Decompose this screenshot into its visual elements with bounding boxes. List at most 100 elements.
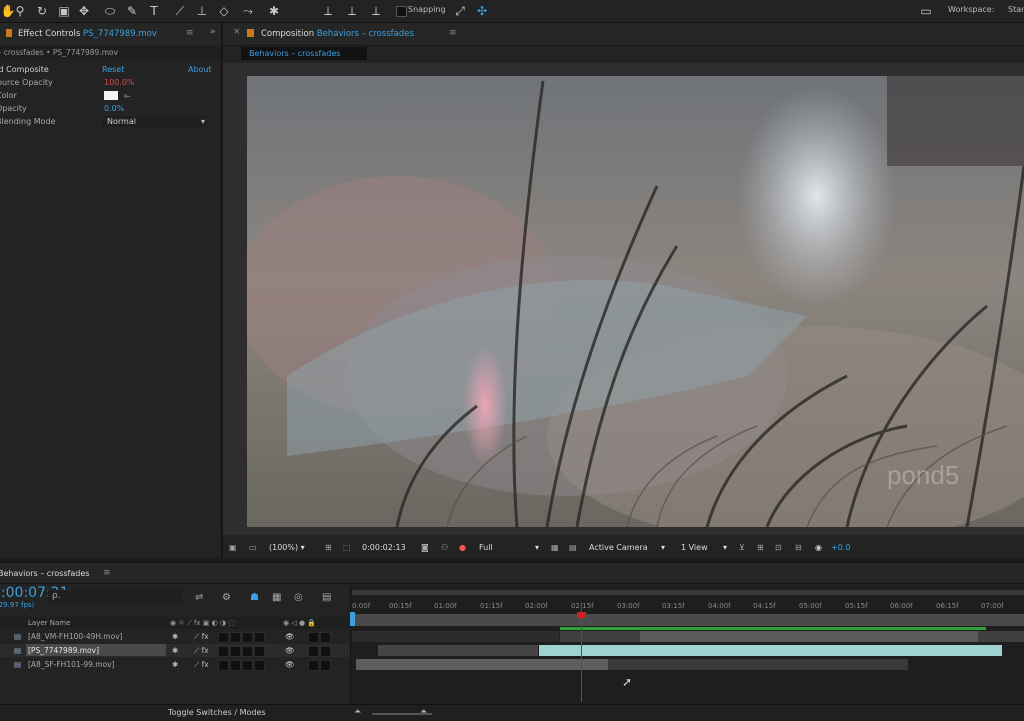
puppet-pin-tool-icon[interactable]: ✱ (266, 3, 282, 19)
layer-header-row: Layer Name ◉ ☼ ⟋ fx ▣ ◐ ◑ ⬚ ◉ ◁ ● 🔒 (0, 617, 350, 629)
composition-tab[interactable]: Composition Behaviors – crossfades (261, 29, 414, 39)
shy-layers-icon[interactable]: ☗ (250, 592, 259, 603)
draft-3d-icon[interactable]: ⚙ (222, 592, 231, 603)
exposure-value[interactable]: +0.0 (831, 538, 850, 558)
color-swatch[interactable] (104, 91, 118, 100)
ruler-tick: 07:00f (981, 602, 1004, 610)
work-area-start-handle[interactable] (350, 612, 355, 626)
exposure-icon[interactable]: ◉ (815, 538, 822, 558)
playhead-handle[interactable] (577, 612, 586, 618)
timeline-icon[interactable]: ⊞ (757, 538, 764, 558)
blending-mode-select[interactable]: Normal ▾ (102, 116, 207, 127)
resolution-select[interactable]: Full ▾ (479, 538, 549, 558)
quality-icon[interactable]: ⟋ fx (194, 630, 209, 643)
layer-bar-outside (352, 631, 559, 642)
timeline-search-input[interactable]: ρ. (48, 590, 182, 603)
ruler-tick: 04:15f (753, 602, 776, 610)
layer-name-selected[interactable]: [PS_7747989.mov] (26, 644, 166, 656)
safe-zones-icon[interactable]: ⊞ (325, 538, 332, 558)
show-snapshot-icon[interactable]: ⚇ (441, 538, 448, 558)
graph-editor-icon[interactable]: ▤ (322, 592, 331, 603)
current-timecode[interactable]: 0:00:02:13 (362, 538, 406, 558)
panel-menu-icon[interactable]: ≡ (449, 28, 457, 38)
comp-flowchart-icon[interactable]: ⊡ (775, 538, 782, 558)
monitor-icon[interactable]: ▭ (249, 538, 257, 558)
layer-bar-segment[interactable] (560, 631, 640, 642)
toggle-switches-modes-button[interactable]: Toggle Switches / Modes (168, 708, 266, 717)
visibility-eye-icon[interactable]: 👁 (285, 644, 295, 657)
motion-blur-icon[interactable]: ◎ (294, 592, 303, 603)
layer-name-header[interactable]: Layer Name (28, 617, 70, 629)
av-cells (308, 630, 332, 643)
layer-row[interactable]: ▤ [A8_VM-FH100-49H.mov] ✱ ⟋ fx 👁 (0, 630, 350, 643)
axis-view-icon[interactable]: ⟂ (368, 3, 384, 19)
close-icon[interactable]: × (233, 27, 241, 37)
layer-bar-selected[interactable] (539, 645, 1002, 656)
region-icon[interactable]: ⬚ (343, 538, 351, 558)
snapping-checkbox[interactable] (396, 6, 407, 17)
comp-mini-flowchart-icon[interactable]: ⇌ (195, 592, 203, 603)
visibility-eye-icon[interactable]: 👁 (285, 630, 295, 643)
clone-stamp-tool-icon[interactable]: ⊥ (194, 3, 210, 19)
prop-opacity: Opacity 0.0% (0, 102, 221, 115)
camera-select[interactable]: Active Camera ▾ (589, 538, 669, 558)
pan-behind-tool-icon[interactable]: ✥ (76, 3, 92, 19)
layer-row[interactable]: ▤ [A8_SF-FH101-99.mov] ✱ ⟋ fx 👁 (0, 658, 350, 671)
collapse-icon[interactable]: ✱ (172, 658, 178, 671)
panel-menu-icon[interactable]: ≡ (186, 28, 194, 38)
frame-blending-icon[interactable]: ▦ (272, 592, 281, 603)
panel-menu-icon[interactable]: ≡ (103, 568, 111, 578)
effect-about-link[interactable]: About (188, 63, 212, 76)
toggle-pixel-aspect-icon[interactable]: ⊻ (739, 538, 745, 558)
layer-bar-segment[interactable] (978, 631, 1024, 642)
roto-brush-tool-icon[interactable]: ⤳ (240, 3, 256, 19)
collapse-icon[interactable]: ✱ (172, 630, 178, 643)
mask-tool-icon[interactable]: ⬭ (102, 3, 118, 19)
quality-icon[interactable]: ⟋ fx (194, 644, 209, 657)
composition-viewer[interactable]: pond5 (247, 76, 1024, 527)
timeline-tab[interactable]: Behaviors – crossfades (0, 569, 89, 578)
layer-name[interactable]: [A8_SF-FH101-99.mov] (28, 658, 115, 671)
transparency-grid-icon[interactable]: ▦ (551, 538, 559, 558)
pen-tool-icon[interactable]: ✎ (124, 3, 140, 19)
ruler-tick: 02:15f (571, 602, 594, 610)
view-layout-select[interactable]: 1 View ▾ (681, 538, 733, 558)
snapshot-icon[interactable]: ◙ (421, 538, 429, 558)
effect-header-row[interactable]: Old Composite Reset About (0, 63, 221, 76)
axis-world-icon[interactable]: ⟂ (344, 3, 360, 19)
panel-expand-icon[interactable]: » (210, 27, 216, 37)
collapse-icon[interactable]: ✱ (172, 644, 178, 657)
snap-edges-icon[interactable]: ⤢ (452, 3, 468, 19)
channel-icon[interactable]: ● (459, 538, 466, 558)
fast-preview-icon[interactable]: ▤ (569, 538, 577, 558)
visibility-eye-icon[interactable]: 👁 (285, 658, 295, 671)
layer-bar[interactable] (640, 631, 978, 642)
layer-bar[interactable] (356, 659, 608, 670)
eraser-tool-icon[interactable]: ◇ (216, 3, 232, 19)
zoom-out-icon[interactable]: ⏶ (354, 707, 361, 717)
layer-row[interactable]: ▤ [PS_7747989.mov] ✱ ⟋ fx 👁 (0, 644, 350, 657)
always-preview-icon[interactable]: ▣ (229, 538, 237, 558)
layer-name[interactable]: [A8_VM-FH100-49H.mov] (28, 630, 123, 643)
layer-bar-segment[interactable] (608, 659, 908, 670)
work-area-bar[interactable] (352, 590, 1024, 595)
eyedropper-icon[interactable]: ⟜ (124, 89, 130, 102)
workspace-value[interactable]: Standard (1008, 5, 1024, 14)
comp-tab-chip[interactable]: Behaviors – crossfades (241, 47, 367, 60)
chevron-down-icon: ▾ (200, 117, 205, 126)
snap-features-icon[interactable]: ✣ (474, 3, 490, 19)
effect-controls-tab[interactable]: Effect Controls PS_7747989.mov (18, 29, 157, 39)
quality-icon[interactable]: ⟋ fx (194, 658, 209, 671)
opacity-value[interactable]: 0.0% (104, 102, 124, 115)
type-tool-icon[interactable]: T (146, 3, 162, 19)
source-opacity-value[interactable]: 100.0% (104, 76, 135, 89)
rotate-tool-icon[interactable]: ↻ (34, 3, 50, 19)
zoom-select[interactable]: (100%) ▾ (269, 538, 305, 558)
camera-tool-icon[interactable]: ▣ (56, 3, 72, 19)
zoom-tool-icon[interactable]: ⚲ (12, 3, 28, 19)
axis-local-icon[interactable]: ⟂ (320, 3, 336, 19)
effect-reset-link[interactable]: Reset (102, 63, 124, 76)
brush-tool-icon[interactable]: ⟋ (172, 3, 188, 19)
zoom-in-icon[interactable]: ⏶ (420, 707, 427, 717)
reset-exposure-icon[interactable]: ⊟ (795, 538, 802, 558)
